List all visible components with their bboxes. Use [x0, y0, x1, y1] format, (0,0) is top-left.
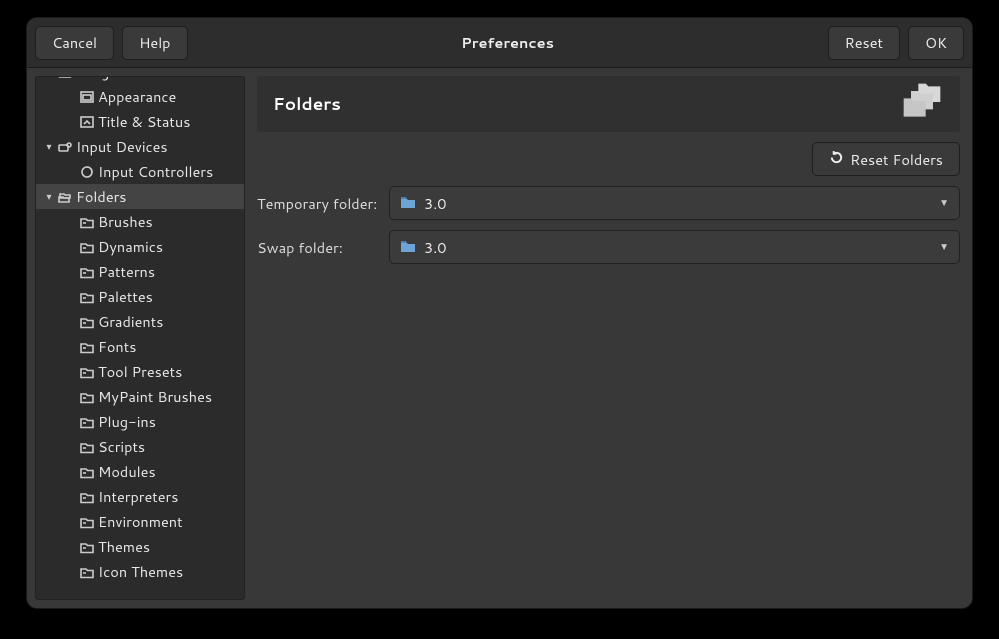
- expand-toggle-icon[interactable]: ▾: [44, 190, 54, 204]
- sidebar-item-label: Modules: [98, 461, 156, 482]
- folder-icon: [80, 515, 94, 529]
- chevron-down-icon: ▼: [939, 196, 949, 210]
- panel-heading: Folders: [257, 76, 960, 132]
- sidebar-item-label: Appearance: [98, 86, 176, 107]
- sidebar-item-tool-presets[interactable]: Tool Presets: [36, 359, 244, 384]
- sidebar-item-label: Themes: [98, 536, 150, 557]
- sidebar-item-fonts[interactable]: Fonts: [36, 334, 244, 359]
- cancel-button[interactable]: Cancel: [35, 26, 114, 60]
- sidebar-tree: ▾ Image Windows Appearance Title & Status ▾ I…: [36, 76, 244, 584]
- sidebar-item-label: Title & Status: [98, 111, 190, 132]
- controllers-icon: [80, 165, 94, 179]
- sidebar-item-palettes[interactable]: Palettes: [36, 284, 244, 309]
- sidebar-item-input-devices[interactable]: ▾ Input Devices: [36, 134, 244, 159]
- swap-folder-select[interactable]: 3.0 ▼: [389, 230, 960, 264]
- temporary-folder-value: 3.0: [424, 193, 931, 214]
- sidebar-item-appearance[interactable]: Appearance: [36, 84, 244, 109]
- reset-folders-button[interactable]: Reset Folders: [812, 142, 960, 176]
- sidebar[interactable]: ▾ Image Windows Appearance Title & Status ▾ I…: [35, 76, 245, 600]
- sidebar-item-patterns[interactable]: Patterns: [36, 259, 244, 284]
- folders-icon: [900, 80, 944, 129]
- sidebar-item-title-status[interactable]: Title & Status: [36, 109, 244, 134]
- sidebar-item-label: Patterns: [98, 261, 155, 282]
- sidebar-item-label: Gradients: [98, 311, 163, 332]
- window-title: Preferences: [461, 32, 554, 53]
- reset-icon: [829, 149, 844, 170]
- sidebar-item-label: Brushes: [98, 211, 153, 232]
- folder-icon: [80, 540, 94, 554]
- sidebar-item-mypaint-brushes[interactable]: MyPaint Brushes: [36, 384, 244, 409]
- ok-button[interactable]: OK: [908, 26, 964, 60]
- sidebar-item-environment[interactable]: Environment: [36, 509, 244, 534]
- folder-icon: [80, 365, 94, 379]
- folder-icon: [80, 565, 94, 579]
- folder-icon: [80, 440, 94, 454]
- sidebar-item-input-controllers[interactable]: Input Controllers: [36, 159, 244, 184]
- swap-folder-label: Swap folder:: [257, 237, 381, 258]
- titlestatus-icon: [80, 115, 94, 129]
- sidebar-item-themes[interactable]: Themes: [36, 534, 244, 559]
- input-icon: [58, 140, 72, 154]
- content-area: ▾ Image Windows Appearance Title & Status ▾ I…: [27, 68, 972, 608]
- sidebar-item-dynamics[interactable]: Dynamics: [36, 234, 244, 259]
- sidebar-item-image-windows[interactable]: ▾ Image Windows: [36, 76, 244, 84]
- folder-icon: [80, 290, 94, 304]
- titlebar: Cancel Help Preferences Reset OK: [27, 18, 972, 68]
- help-button[interactable]: Help: [122, 26, 187, 60]
- folder-icon: [80, 265, 94, 279]
- main-panel: Folders Reset Folder: [253, 76, 964, 600]
- sidebar-item-label: Environment: [98, 511, 183, 532]
- folder-icon: [80, 490, 94, 504]
- sidebar-item-modules[interactable]: Modules: [36, 459, 244, 484]
- sidebar-item-label: Input Controllers: [98, 161, 213, 182]
- sidebar-item-label: Dynamics: [98, 236, 163, 257]
- window-icon: [58, 76, 72, 79]
- folder-icon: [400, 193, 416, 214]
- sidebar-item-brushes[interactable]: Brushes: [36, 209, 244, 234]
- folder-icon: [80, 415, 94, 429]
- sidebar-item-label: Input Devices: [76, 136, 168, 157]
- expand-toggle-icon[interactable]: ▾: [44, 140, 54, 154]
- sidebar-item-label: Folders: [76, 186, 126, 207]
- sidebar-item-icon-themes[interactable]: Icon Themes: [36, 559, 244, 584]
- temporary-folder-label: Temporary folder:: [257, 193, 381, 214]
- sidebar-item-label: Fonts: [98, 336, 136, 357]
- preferences-window: Cancel Help Preferences Reset OK ▾ Image …: [27, 18, 972, 608]
- sidebar-item-label: Icon Themes: [98, 561, 183, 582]
- folder-icon: [80, 315, 94, 329]
- sidebar-item-label: Scripts: [98, 436, 145, 457]
- sidebar-item-label: Interpreters: [98, 486, 178, 507]
- folder-icon: [80, 240, 94, 254]
- reset-button[interactable]: Reset: [828, 26, 900, 60]
- sidebar-item-label: Image Windows: [76, 76, 185, 82]
- sidebar-item-label: Tool Presets: [98, 361, 182, 382]
- folders-icon: [58, 190, 72, 204]
- folder-icon: [400, 237, 416, 258]
- sidebar-item-folders[interactable]: ▾ Folders: [36, 184, 244, 209]
- expand-toggle-icon[interactable]: ▾: [44, 76, 54, 79]
- folder-icon: [80, 390, 94, 404]
- folders-form: Temporary folder: 3.0 ▼ Swap folder: 3.0…: [257, 186, 960, 264]
- appearance-icon: [80, 90, 94, 104]
- sidebar-item-interpreters[interactable]: Interpreters: [36, 484, 244, 509]
- sidebar-item-label: Plug-ins: [98, 411, 156, 432]
- folder-icon: [80, 215, 94, 229]
- panel-title: Folders: [273, 92, 341, 116]
- folder-icon: [80, 465, 94, 479]
- reset-folders-label: Reset Folders: [850, 149, 943, 170]
- folder-icon: [80, 340, 94, 354]
- temporary-folder-select[interactable]: 3.0 ▼: [389, 186, 960, 220]
- swap-folder-value: 3.0: [424, 237, 931, 258]
- sidebar-item-gradients[interactable]: Gradients: [36, 309, 244, 334]
- panel-actions: Reset Folders: [257, 142, 960, 176]
- chevron-down-icon: ▼: [939, 240, 949, 254]
- sidebar-item-label: MyPaint Brushes: [98, 386, 212, 407]
- sidebar-item-scripts[interactable]: Scripts: [36, 434, 244, 459]
- sidebar-item-plug-ins[interactable]: Plug-ins: [36, 409, 244, 434]
- sidebar-item-label: Palettes: [98, 286, 153, 307]
